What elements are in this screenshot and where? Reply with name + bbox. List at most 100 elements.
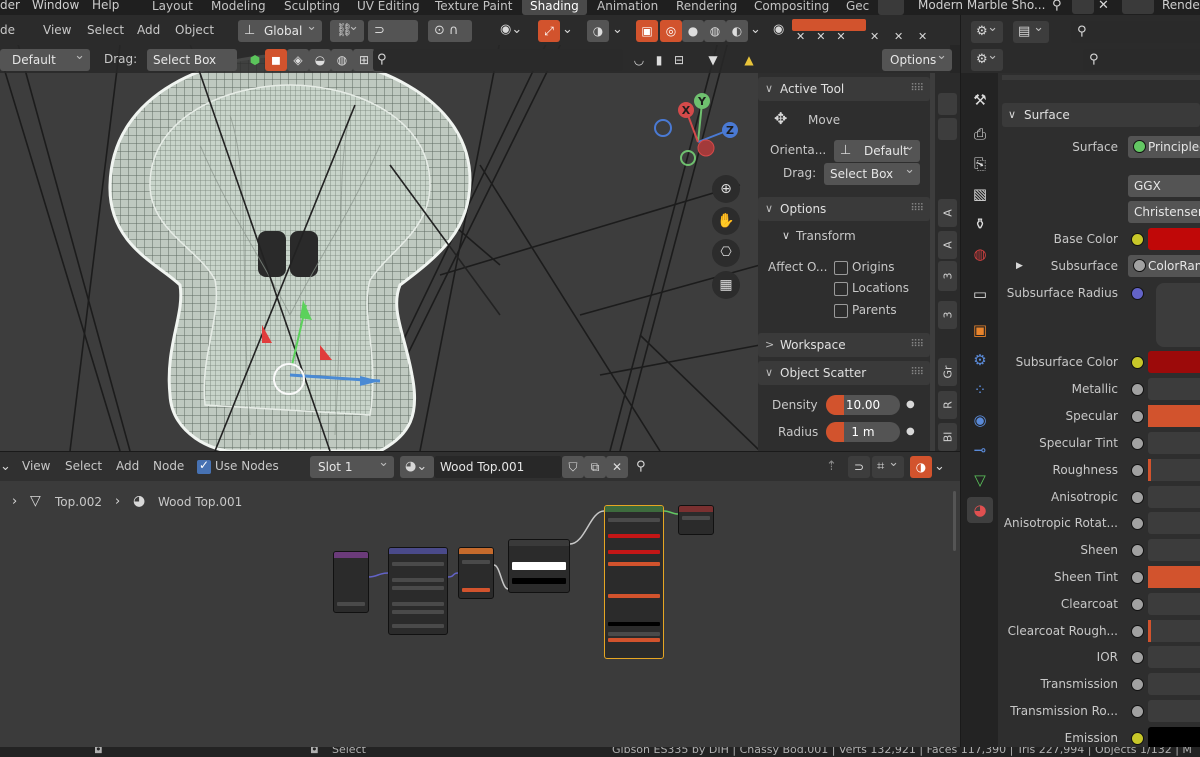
keyframe-dot-icon[interactable]: ● xyxy=(906,424,915,440)
transmission-roughness-slider[interactable] xyxy=(1148,700,1200,722)
transmission-slider[interactable] xyxy=(1148,673,1200,695)
chevron-down-icon[interactable]: ∨ xyxy=(782,228,790,244)
panel-workspace[interactable]: > Workspace ⠿⠿ xyxy=(758,333,930,357)
xray-icon[interactable]: ⌄ xyxy=(612,22,623,38)
surface-panel-header[interactable]: ∨ Surface xyxy=(1002,103,1200,127)
select-mode-icon[interactable]: ⬢ xyxy=(244,49,266,71)
metallic-slider[interactable] xyxy=(1148,378,1200,400)
parents-checkbox[interactable] xyxy=(834,304,848,318)
search-input[interactable]: ⚲ xyxy=(373,49,623,71)
node-color-ramp[interactable] xyxy=(508,539,570,593)
material-browse-button[interactable]: ◕⌄ xyxy=(400,456,434,478)
snap-dropdown[interactable]: ⊃ xyxy=(368,20,418,42)
tab-r[interactable]: R xyxy=(938,391,957,419)
socket-icon[interactable] xyxy=(1131,356,1144,369)
subsurface-link-field[interactable]: ColorRamp xyxy=(1128,255,1200,277)
socket-icon[interactable] xyxy=(1131,651,1144,664)
tab-shading[interactable]: Shading xyxy=(522,0,587,15)
view-layer-icon[interactable] xyxy=(1122,0,1154,14)
copy-scene-icon[interactable] xyxy=(1072,0,1094,14)
subsurface-method-dropdown[interactable]: Christensen xyxy=(1128,201,1200,223)
tab-3d[interactable]: 3 xyxy=(938,301,957,329)
tab-rendering[interactable]: Rendering xyxy=(668,0,745,15)
scene-tab-icon[interactable]: ⚱ xyxy=(967,211,993,237)
material-name-field[interactable]: Wood Top.001 xyxy=(434,456,562,478)
menu-object[interactable]: Object xyxy=(175,23,214,37)
pin-icon[interactable]: ⚲ xyxy=(1052,0,1062,14)
panel-active-tool[interactable]: ∨ Active Tool ⠿⠿ xyxy=(758,77,930,101)
xray-toggle-icon[interactable]: ▣ xyxy=(636,20,658,42)
subsurface-radius-vector[interactable] xyxy=(1156,283,1200,347)
editor-type-icon[interactable]: ⌄ xyxy=(0,459,11,475)
hierarchy-icon[interactable]: ⊟ xyxy=(668,49,690,71)
tab-compositing[interactable]: Compositing xyxy=(746,0,837,15)
render-tab-icon[interactable]: ⎙ xyxy=(967,121,993,147)
anisotropic-slider[interactable] xyxy=(1148,486,1200,508)
alert-icon[interactable]: ▲ xyxy=(738,49,760,71)
sheen-slider[interactable] xyxy=(1148,539,1200,561)
tab-sculpting[interactable]: Sculpting xyxy=(276,0,348,15)
base-color-field[interactable] xyxy=(1148,228,1200,250)
tab-tool[interactable] xyxy=(938,118,957,140)
output-tab-icon[interactable]: ⎘ xyxy=(967,151,993,177)
clearcoat-slider[interactable] xyxy=(1148,593,1200,615)
density-slider[interactable]: 10.00 xyxy=(826,395,900,415)
socket-icon[interactable] xyxy=(1131,464,1144,477)
tab-a1[interactable]: A xyxy=(938,199,957,227)
close-icon[interactable]: ✕ xyxy=(918,29,927,45)
menu-view[interactable]: View xyxy=(22,459,50,473)
clearcoat-roughness-slider[interactable] xyxy=(1148,620,1200,642)
eye-icon[interactable]: ◉ xyxy=(773,22,784,38)
options-dropdown[interactable]: Options xyxy=(882,45,952,71)
slot-dropdown[interactable]: Slot 1 xyxy=(310,452,394,478)
socket-icon[interactable] xyxy=(1131,705,1144,718)
proportional-edit[interactable]: ⊙ ∩ xyxy=(428,20,472,42)
specular-slider[interactable] xyxy=(1148,405,1200,427)
menu-add[interactable]: Add xyxy=(116,459,139,473)
sheen-tint-slider[interactable] xyxy=(1148,566,1200,588)
panel-options[interactable]: ∨ Options ⠿⠿ xyxy=(758,197,930,221)
origins-checkbox[interactable] xyxy=(834,261,848,275)
tab-bl[interactable]: Bl xyxy=(938,423,957,451)
duplicate-material-icon[interactable]: ⧉ xyxy=(584,456,606,478)
gizmo-toggle-icon[interactable]: ⤢ xyxy=(538,20,560,42)
pin-icon[interactable]: ⚲ xyxy=(636,459,646,475)
subsurface-color-field[interactable] xyxy=(1148,351,1200,373)
node-editor-canvas[interactable]: › ▽ Top.002 › ◕ Wood Top.001 xyxy=(0,481,960,747)
node-editor-scrollbar[interactable] xyxy=(953,491,956,551)
pivot-dropdown[interactable]: ⛓ xyxy=(330,16,364,42)
material-shading-icon[interactable]: ◍ xyxy=(704,20,726,42)
close-icon[interactable]: ✕ xyxy=(894,29,903,45)
drag-dropdown[interactable]: Select Box xyxy=(147,49,237,71)
view-layer-tab-icon[interactable]: ▧ xyxy=(967,181,993,207)
expand-triangle-icon[interactable]: ▶ xyxy=(1016,258,1023,274)
filter-icon[interactable]: ▼ xyxy=(702,49,724,71)
mode-dropdown[interactable]: de xyxy=(0,23,15,37)
menu-add[interactable]: Add xyxy=(137,23,160,37)
tab-modeling[interactable]: Modeling xyxy=(203,0,274,15)
overlay-toggle-icon[interactable]: ◑ xyxy=(587,20,609,42)
tab-animation[interactable]: Animation xyxy=(589,0,666,15)
radius-slider[interactable]: 1 m xyxy=(826,422,900,442)
grid-icon[interactable]: ▦ xyxy=(712,271,740,299)
menu-node[interactable]: Node xyxy=(153,459,184,473)
drag-dropdown[interactable]: Select Box xyxy=(824,159,920,185)
chevron-down-icon[interactable]: ⌄ xyxy=(934,459,945,475)
socket-icon[interactable] xyxy=(1131,625,1144,638)
properties-editor-type[interactable]: ⚙ xyxy=(971,17,1003,43)
transform-subpanel[interactable]: Transform xyxy=(796,229,856,243)
node-material-output[interactable] xyxy=(678,505,714,535)
tab-geometry-nodes[interactable]: Gec xyxy=(838,0,877,15)
tab-texture-paint[interactable]: Texture Paint xyxy=(427,0,520,15)
physics-tab-icon[interactable]: ◉ xyxy=(967,407,993,433)
socket-icon[interactable] xyxy=(1131,571,1144,584)
tab-gr[interactable]: Gr xyxy=(938,358,957,386)
camera-icon[interactable]: ⎔ xyxy=(712,239,740,267)
node-mapping[interactable] xyxy=(388,547,448,635)
fake-user-shield-icon[interactable]: ⛉ xyxy=(562,456,584,478)
close-icon[interactable]: ✕ xyxy=(870,29,879,45)
properties-type-dropdown[interactable]: ⚙ xyxy=(971,45,1003,71)
ior-field[interactable] xyxy=(1148,646,1200,668)
chevron-down-icon[interactable]: ⌄ xyxy=(562,22,573,38)
unlink-close-icon[interactable]: ✕ xyxy=(606,456,628,478)
